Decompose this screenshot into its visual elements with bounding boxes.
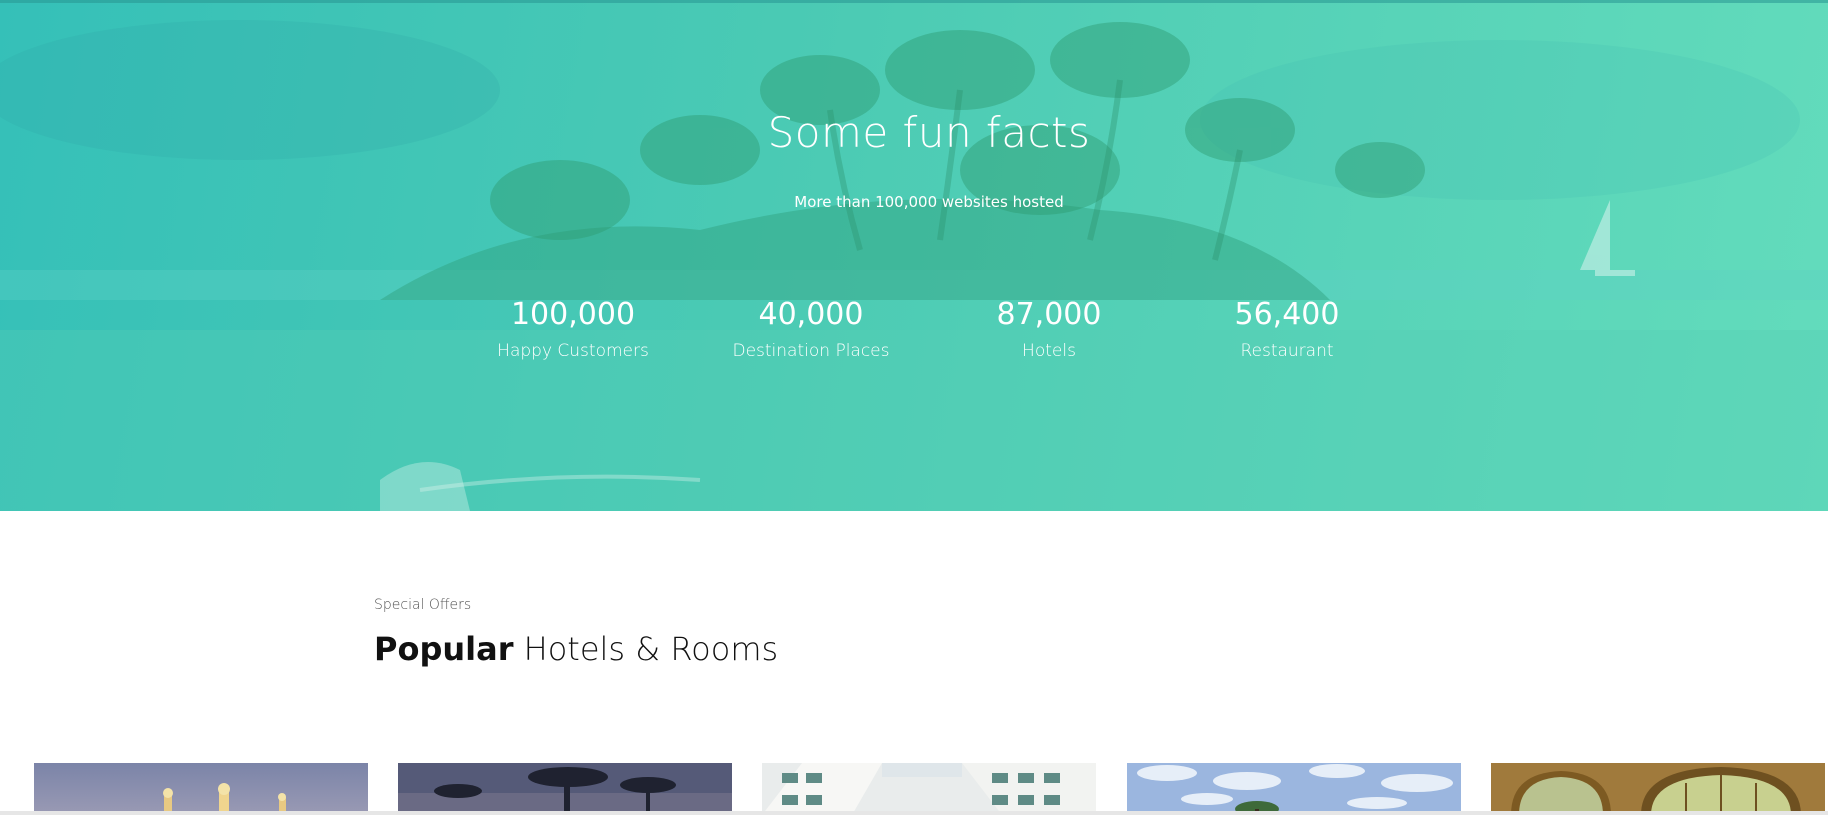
viewport-bottom-edge <box>0 811 1828 815</box>
fact-label: Hotels <box>1022 341 1076 361</box>
white-hotel-building-photo <box>762 763 1096 815</box>
ornate-room-interior-photo <box>1491 763 1825 815</box>
cloudy-sky-palm-photo <box>1127 763 1461 815</box>
heading-rest: Hotels & Rooms <box>513 630 779 668</box>
hotel-card-image[interactable] <box>34 763 368 815</box>
beach-background-image <box>0 20 1828 511</box>
fact-value: 100,000 <box>510 297 636 332</box>
hotel-card-image[interactable] <box>398 763 732 815</box>
fun-facts-section: Some fun facts More than 100,000 website… <box>0 0 1828 511</box>
section-kicker: Special Offers <box>374 597 472 613</box>
fact-label: Destination Places <box>732 341 890 361</box>
fact-value: 87,000 <box>996 297 1102 332</box>
section-title: Some fun facts <box>767 108 1091 157</box>
fact-destination-places: 40,000 Destination Places <box>692 296 930 363</box>
facts-row: 100,000 Happy Customers 40,000 Destinati… <box>454 296 1406 363</box>
section-subtitle: More than 100,000 websites hosted <box>794 193 1064 211</box>
hotel-card-image[interactable] <box>762 763 1096 815</box>
top-border <box>0 0 1828 3</box>
section-heading: Popular Hotels & Rooms <box>374 630 778 668</box>
palace-at-dusk-photo <box>34 763 368 815</box>
fact-hotels: 87,000 Hotels <box>930 296 1168 363</box>
fact-restaurant: 56,400 Restaurant <box>1168 296 1406 363</box>
palm-trees-dusk-photo <box>398 763 732 815</box>
fact-label: Happy Customers <box>497 341 649 361</box>
fact-value: 40,000 <box>758 297 864 332</box>
hotel-cards-carousel <box>34 763 1828 815</box>
fact-happy-customers: 100,000 Happy Customers <box>454 296 692 363</box>
hotel-card-image[interactable] <box>1127 763 1461 815</box>
fact-value: 56,400 <box>1234 297 1340 332</box>
heading-bold-word: Popular <box>374 630 514 668</box>
hotel-card-image[interactable] <box>1491 763 1825 815</box>
fact-label: Restaurant <box>1240 341 1334 361</box>
